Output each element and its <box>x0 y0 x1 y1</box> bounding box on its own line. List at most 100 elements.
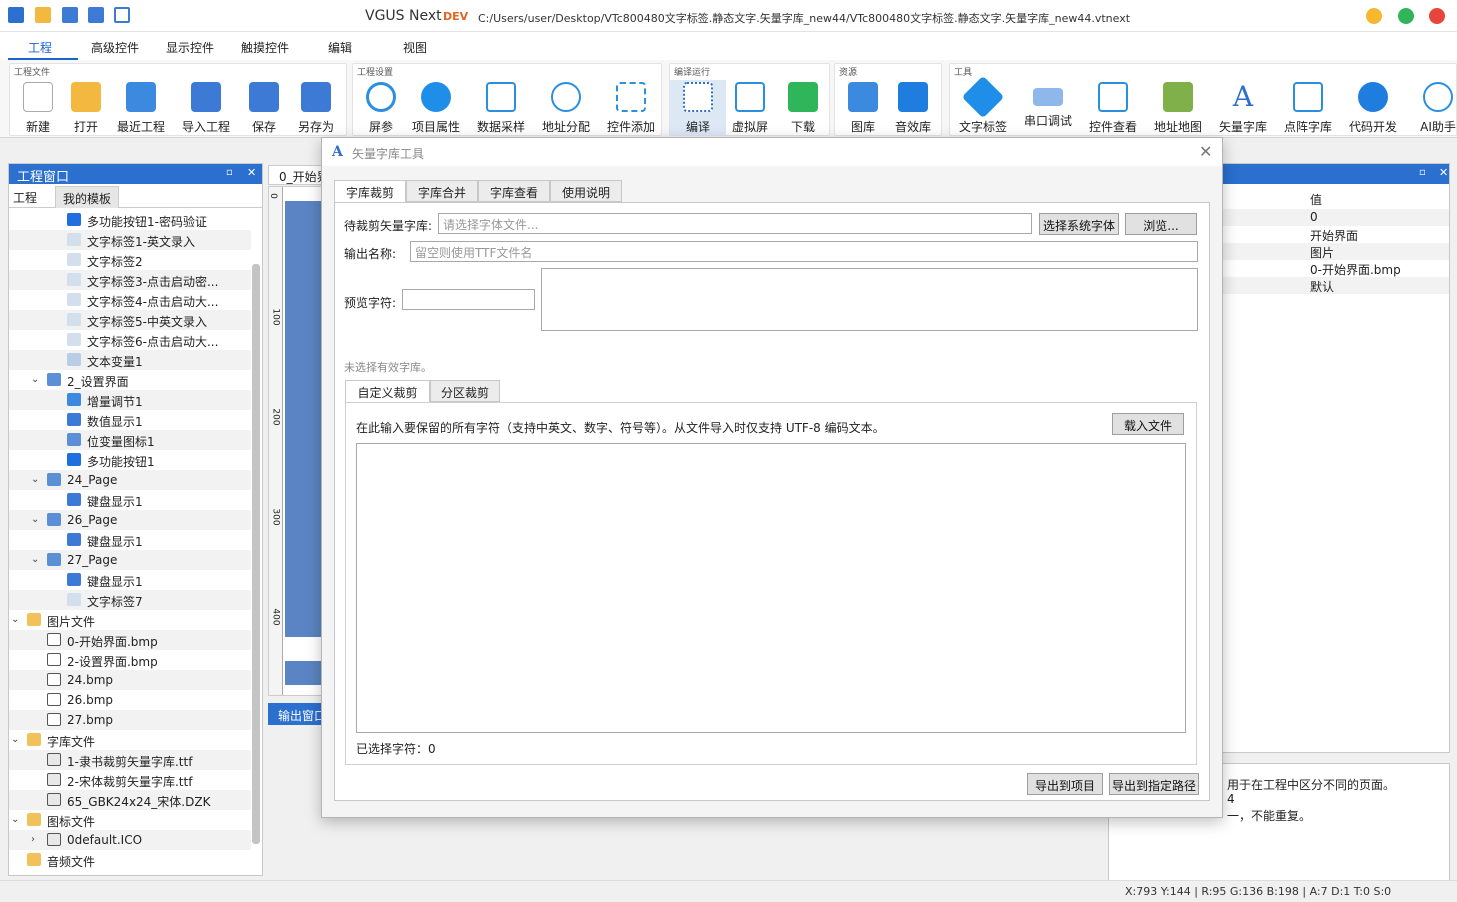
tree-item[interactable]: 文字标签2 <box>9 250 251 270</box>
compile-icon[interactable] <box>88 7 104 23</box>
control-view-button[interactable]: 控件查看 <box>1085 80 1141 136</box>
tree-item[interactable]: 多功能按钮1-密码验证 <box>9 210 251 230</box>
tree-item[interactable]: ⌄ 27_Page <box>9 550 251 570</box>
address-map-button[interactable]: 地址地图 <box>1150 80 1206 136</box>
tree-item[interactable]: ⌄ 图标文件 <box>9 810 251 830</box>
menu-touch-controls[interactable]: 触摸控件 <box>241 39 289 56</box>
tree-item[interactable]: 数值显示1 <box>9 410 251 430</box>
expand-toggle-icon[interactable]: ⌄ <box>31 374 41 385</box>
tree-item[interactable]: ⌄ 24_Page <box>9 470 251 490</box>
export-to-path-button[interactable]: 导出到指定路径 <box>1109 773 1199 795</box>
tree-item[interactable]: 2-宋体裁剪矢量字库.ttf <box>9 770 251 790</box>
maximize-button[interactable] <box>1398 8 1414 24</box>
tree-item[interactable]: 24.bmp <box>9 670 251 690</box>
tree-item[interactable]: 0-开始界面.bmp <box>9 630 251 650</box>
expand-toggle-icon[interactable]: ⌄ <box>31 554 41 565</box>
text-label-button[interactable]: 文字标签 <box>955 75 1011 136</box>
load-file-button[interactable]: 载入文件 <box>1112 413 1184 435</box>
expand-toggle-icon[interactable]: ⌄ <box>11 614 21 625</box>
save-button[interactable]: 保存 <box>236 80 292 136</box>
tree-item[interactable]: 多功能按钮1 <box>9 450 251 470</box>
menu-display-controls[interactable]: 显示控件 <box>166 39 214 56</box>
address-allocation-button[interactable]: 地址分配 <box>538 80 594 136</box>
add-control-button[interactable]: 控件添加 <box>603 80 659 136</box>
tab-usage[interactable]: 使用说明 <box>550 180 622 202</box>
preview-chars-input[interactable] <box>402 289 535 310</box>
screen-params-button[interactable]: 屏参 <box>353 80 409 136</box>
dialog-close-icon[interactable]: ✕ <box>1199 142 1212 161</box>
tree-item[interactable]: 文字标签4-点击启动大... <box>9 290 251 310</box>
code-dev-button[interactable]: 代码开发 <box>1345 80 1401 136</box>
float-icon[interactable]: ▫ <box>1419 167 1426 178</box>
recent-projects-button[interactable]: 最近工程 <box>113 80 169 136</box>
virtual-screen-button[interactable]: 虚拟屏 <box>722 80 778 136</box>
tree-item[interactable]: 文字标签5-中英文录入 <box>9 310 251 330</box>
simulator-icon[interactable] <box>114 7 130 23</box>
browse-button[interactable]: 浏览... <box>1125 213 1197 235</box>
page-background[interactable] <box>285 201 325 685</box>
tree-item[interactable]: 键盘显示1 <box>9 530 251 550</box>
expand-toggle-icon[interactable]: ⌄ <box>11 734 21 745</box>
char-input-textarea[interactable] <box>356 443 1186 733</box>
ai-assistant-button[interactable]: AI助手 <box>1410 80 1457 136</box>
project-properties-button[interactable]: 项目属性 <box>408 80 464 136</box>
tree-item[interactable]: ⌄ 2_设置界面 <box>9 370 251 390</box>
tree-item[interactable]: 1-隶书裁剪矢量字库.ttf <box>9 750 251 770</box>
close-icon[interactable]: ✕ <box>1439 166 1448 179</box>
open-folder-icon[interactable] <box>35 7 51 23</box>
tree-item[interactable]: 音频文件 <box>9 850 251 870</box>
tree-item[interactable]: 文本变量1 <box>9 350 251 370</box>
float-icon[interactable]: ▫ <box>226 167 233 178</box>
tree-item[interactable]: ⌄ 图片文件 <box>9 610 251 630</box>
tree-item[interactable]: ⌄ 26_Page <box>9 510 251 530</box>
tree-item[interactable]: 位变量图标1 <box>9 430 251 450</box>
tab-font-view[interactable]: 字库查看 <box>478 180 550 202</box>
design-canvas[interactable]: 0 100 200 300 400 <box>268 186 325 696</box>
close-icon[interactable]: ✕ <box>247 166 256 179</box>
import-project-button[interactable]: 导入工程 <box>178 80 234 136</box>
image-library-button[interactable]: 图库 <box>835 80 891 136</box>
open-button[interactable]: 打开 <box>58 80 114 136</box>
expand-toggle-icon[interactable]: ⌄ <box>31 514 41 525</box>
select-system-font-button[interactable]: 选择系统字体 <box>1039 213 1119 235</box>
tab-region-crop[interactable]: 分区裁剪 <box>430 380 500 402</box>
tab-page-0[interactable]: 0_开始界 <box>268 165 329 185</box>
tab-my-templates[interactable]: 我的模板 <box>55 186 119 208</box>
export-to-project-button[interactable]: 导出到项目 <box>1027 773 1103 795</box>
compile-button[interactable]: 编译 <box>670 80 726 136</box>
serial-debug-button[interactable]: 串口调试 <box>1020 80 1076 136</box>
tree-scrollbar[interactable] <box>252 264 260 844</box>
dot-matrix-font-button[interactable]: 点阵字库 <box>1280 80 1336 136</box>
tree-item[interactable]: 增量调节1 <box>9 390 251 410</box>
tree-item[interactable]: ⌄ 字库文件 <box>9 730 251 750</box>
download-button[interactable]: 下载 <box>775 80 831 136</box>
tab-custom-crop[interactable]: 自定义裁剪 <box>345 380 430 403</box>
tree-item[interactable]: 文字标签7 <box>9 590 251 610</box>
expand-toggle-icon[interactable]: ⌄ <box>11 814 21 825</box>
vector-font-button[interactable]: A 矢量字库 <box>1215 80 1271 136</box>
menu-view[interactable]: 视图 <box>403 39 427 56</box>
tree-item[interactable]: 27.bmp <box>9 710 251 730</box>
data-sampling-button[interactable]: 数据采样 <box>473 80 529 136</box>
output-name-input[interactable]: 留空则使用TTF文件名 <box>410 241 1198 262</box>
close-button[interactable] <box>1429 8 1445 24</box>
tree-item[interactable]: 65_GBK24x24_宋体.DZK <box>9 790 251 810</box>
tree-item[interactable]: 文字标签1-英文录入 <box>9 230 251 250</box>
save-as-button[interactable]: 另存为 <box>288 80 344 136</box>
expand-toggle-icon[interactable]: ⌄ <box>31 474 41 485</box>
tree-item[interactable]: 2-设置界面.bmp <box>9 650 251 670</box>
tree-item[interactable]: 文字标签6-点击启动大... <box>9 330 251 350</box>
page-element[interactable] <box>285 637 325 661</box>
source-font-input[interactable]: 请选择字体文件... <box>438 213 1032 234</box>
output-window-tab[interactable]: 输出窗口 <box>268 703 326 725</box>
minimize-button[interactable] <box>1366 8 1382 24</box>
expand-toggle-icon[interactable]: › <box>31 834 41 845</box>
tree-item[interactable]: 键盘显示1 <box>9 570 251 590</box>
tree-item[interactable]: › 0default.ICO <box>9 830 251 850</box>
menu-edit[interactable]: 编辑 <box>328 39 352 56</box>
tree-item[interactable]: 26.bmp <box>9 690 251 710</box>
save-icon[interactable] <box>62 7 78 23</box>
tree-item[interactable]: 文字标签3-点击启动密... <box>9 270 251 290</box>
tab-font-merge[interactable]: 字库合并 <box>406 180 478 202</box>
menu-advanced-controls[interactable]: 高级控件 <box>91 39 139 56</box>
